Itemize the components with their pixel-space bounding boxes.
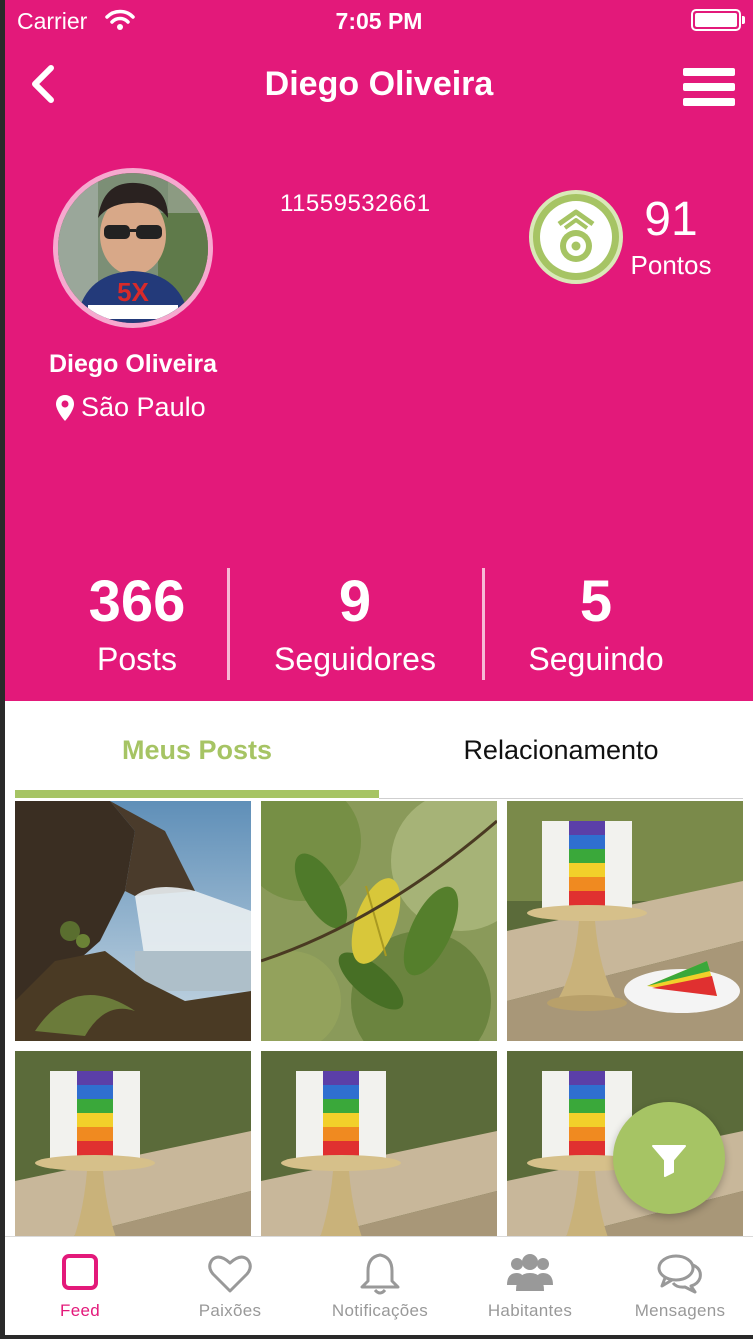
city-label: São Paulo [81, 392, 206, 422]
tab-divider [379, 798, 743, 799]
profile-header: 5X Diego Oliveira São Paulo 11559532661 … [5, 128, 753, 701]
bottom-tab-label: Mensagens [634, 1301, 726, 1320]
leaves-image [261, 801, 497, 1041]
status-bar: Carrier 7:05 PM [5, 0, 753, 40]
app-screen: Carrier 7:05 PM Diego Oliveira 5X Diego … [5, 0, 753, 1335]
stat-label: Seguidores [274, 641, 436, 677]
stat-value: 366 [88, 569, 186, 634]
waterfall-image [15, 801, 251, 1041]
chat-icon [657, 1254, 702, 1294]
bottom-tab-label: Feed [60, 1301, 100, 1320]
bottom-tab-label: Notificações [331, 1301, 429, 1320]
points-badge-icon [529, 190, 623, 284]
bottom-tab-passions[interactable]: Paixões [155, 1237, 305, 1335]
bottom-tab-residents[interactable]: Habitantes [455, 1237, 605, 1335]
page-title: Diego Oliveira [264, 65, 494, 103]
bottom-tab-messages[interactable]: Mensagens [605, 1237, 753, 1335]
filter-icon [652, 1145, 686, 1177]
post-thumbnail[interactable] [15, 801, 251, 1041]
people-icon [507, 1254, 553, 1291]
post-thumbnail[interactable] [261, 801, 497, 1041]
bottom-tab-label: Habitantes [487, 1301, 573, 1320]
menu-button[interactable] [683, 68, 735, 112]
stat-divider [227, 568, 230, 680]
stat-label: Posts [96, 641, 178, 677]
hamburger-icon [683, 68, 735, 76]
bottom-tab-notifications[interactable]: Notificações [305, 1237, 455, 1335]
svg-text:5X: 5X [117, 277, 149, 307]
stat-value: 5 [579, 569, 613, 634]
heart-icon [208, 1255, 252, 1293]
bell-icon [360, 1253, 400, 1295]
points-value: 91 [644, 193, 698, 246]
stat-posts[interactable]: 366 Posts [37, 573, 237, 678]
battery-icon [691, 9, 745, 31]
profile-name: Diego Oliveira [48, 350, 218, 378]
location-pin-icon [56, 394, 74, 421]
tab-my-posts[interactable]: Meus Posts [15, 701, 379, 799]
post-thumbnail[interactable] [507, 801, 743, 1041]
stat-followers[interactable]: 9 Seguidores [255, 573, 455, 678]
active-tab-indicator [15, 790, 379, 798]
filter-button[interactable] [613, 1102, 725, 1214]
tab-relationship[interactable]: Relacionamento [379, 701, 743, 799]
clock: 7:05 PM [335, 8, 423, 34]
bottom-tab-feed[interactable]: Feed [5, 1237, 155, 1335]
profile-location: São Paulo [55, 392, 206, 423]
stat-divider [482, 568, 485, 680]
profile-tabs: Meus Posts Relacionamento [5, 701, 753, 799]
rainbow-cake-image [507, 801, 743, 1041]
bottom-tab-label: Paixões [198, 1301, 262, 1320]
feed-icon [62, 1254, 98, 1290]
stat-label: Seguindo [528, 641, 664, 677]
points-label: Pontos [630, 250, 712, 280]
stat-value: 9 [338, 569, 372, 634]
phone-number: 11559532661 [280, 190, 431, 217]
stat-following[interactable]: 5 Seguindo [496, 573, 696, 678]
navigation-bar: Diego Oliveira [5, 40, 753, 128]
bottom-tab-bar: Feed Paixões Notificações Habitantes Men… [5, 1236, 753, 1335]
avatar[interactable]: 5X [53, 168, 213, 328]
